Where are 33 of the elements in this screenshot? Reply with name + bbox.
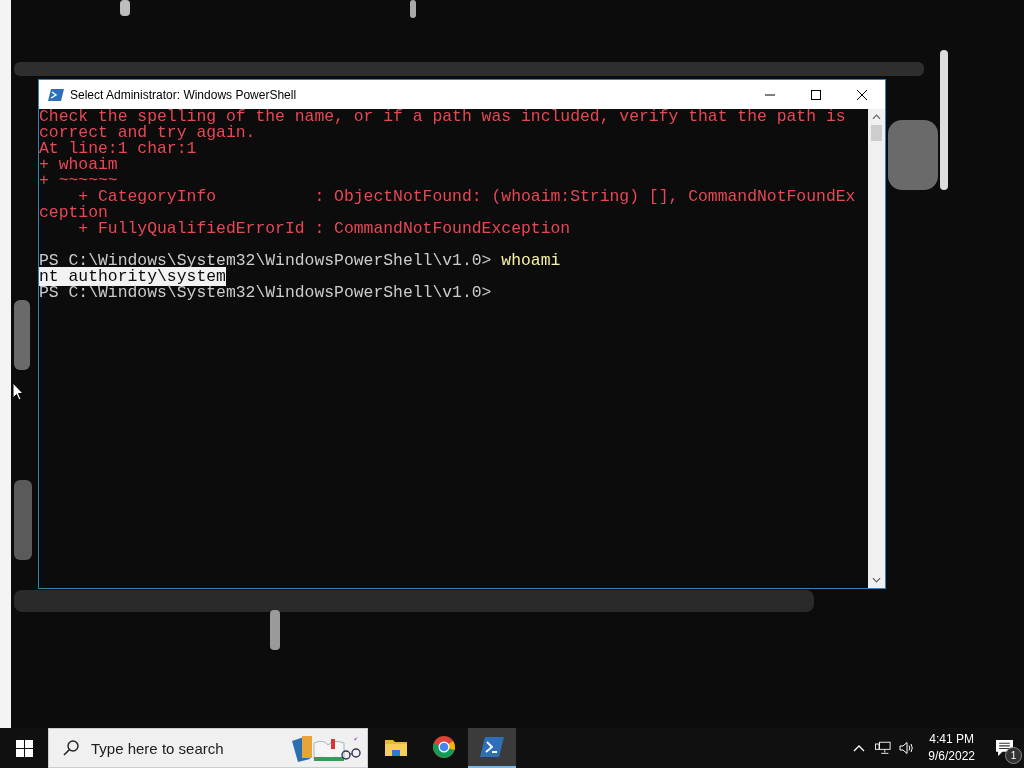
folder-icon: [385, 738, 407, 756]
windows-logo-icon: [15, 739, 33, 757]
browser-icon: [432, 735, 456, 759]
taskbar-app-button[interactable]: [468, 728, 516, 768]
scrollbar[interactable]: [868, 109, 885, 588]
powershell-icon: [480, 737, 504, 757]
search-field[interactable]: Type here to search: [91, 739, 290, 757]
notification-count-badge: 1: [1005, 747, 1022, 764]
window-title: Select Administrator: Windows PowerShell: [70, 87, 297, 102]
scroll-up-icon[interactable]: [872, 114, 881, 120]
error-text: correct and try again.: [39, 123, 256, 142]
error-text: At line:1 char:1: [39, 139, 197, 158]
powershell-icon: [48, 88, 64, 101]
error-text: + ~~~~~~: [39, 171, 118, 190]
error-text: Check the spelling of the name, or if a path was included, verify that the path is: [39, 109, 846, 126]
search-icon: [63, 740, 79, 756]
console-text: PS C:\Windows\System32\WindowsPowerShell\v1.0>: [39, 251, 493, 270]
clock[interactable]: 4:41 PM 9/6/2022: [919, 728, 984, 768]
search-box[interactable]: Type here to search: [48, 728, 368, 768]
console-text: PS C:\Windows\System32\WindowsPowerShell\v1.0>: [39, 283, 492, 302]
error-text: + FullyQualifiedErrorId : CommandNotFoundException: [78, 219, 571, 238]
command-text: whoami: [501, 251, 561, 270]
scrollbar-thumb[interactable]: [871, 125, 882, 141]
error-text: + CategoryInfo : ObjectNotFound: (whoaim:String) [], CommandNotFoundEx: [78, 187, 856, 206]
maximize-icon: [811, 89, 821, 100]
scroll-down-icon[interactable]: [872, 577, 881, 583]
error-text: + whoaim: [39, 155, 118, 174]
close-icon: [857, 89, 867, 100]
error-text: ception: [39, 203, 108, 222]
notifications-button[interactable]: 1: [984, 728, 1024, 768]
selected-text: nt authority\system: [39, 267, 226, 286]
books-icon: [290, 733, 364, 763]
mouse-pointer-icon: [12, 382, 24, 401]
